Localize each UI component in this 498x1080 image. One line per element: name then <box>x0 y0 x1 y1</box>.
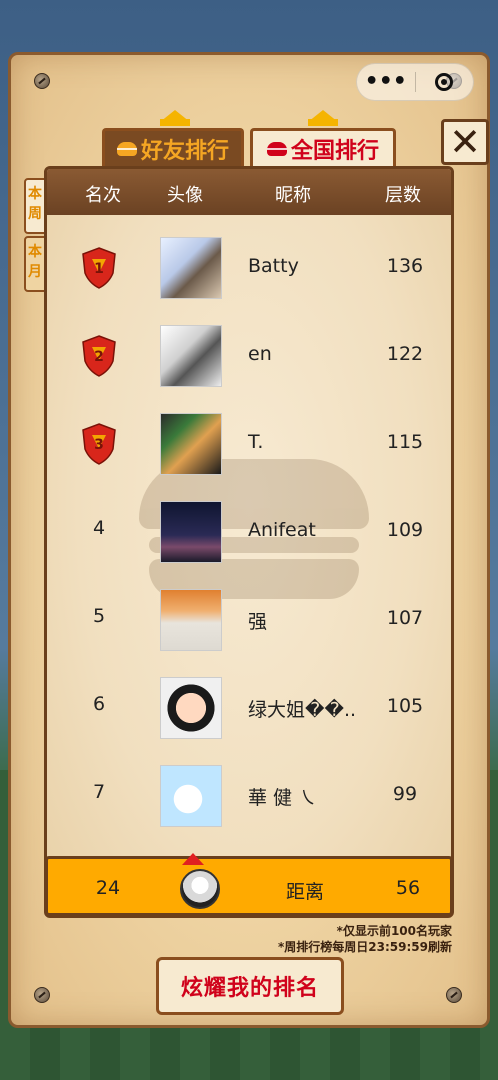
crown-icon <box>160 110 190 126</box>
player-avatar <box>160 501 222 563</box>
player-score: 105 <box>386 695 424 717</box>
my-avatar <box>180 869 220 909</box>
more-menu-button[interactable]: ••• <box>357 71 415 93</box>
player-nickname: T. <box>248 431 264 453</box>
tab-label: 全国排行 <box>290 138 379 164</box>
rank-number: 7 <box>92 781 106 803</box>
player-score: 122 <box>386 343 424 365</box>
player-avatar <box>160 325 222 387</box>
screw-icon <box>34 73 50 89</box>
player-avatar <box>160 589 222 651</box>
tab-friends-ranking[interactable]: 好友排行 <box>102 128 244 166</box>
header-score: 层数 <box>385 185 421 206</box>
ranking-row[interactable]: 4 Anifeat 109 <box>47 489 451 577</box>
note-top100: *仅显示前100名玩家 <box>336 924 452 938</box>
share-ranking-button[interactable]: 炫耀我的排名 <box>156 957 344 1015</box>
ranking-row[interactable]: 7 華 健 ㇏ 99 <box>47 753 451 841</box>
note-refresh-time: *周排行榜每周日23:59:59刷新 <box>278 940 452 954</box>
header-rank: 名次 <box>85 185 121 206</box>
rank-number: 4 <box>92 517 106 539</box>
ranking-row[interactable]: 5 强 107 <box>47 577 451 665</box>
ranking-row[interactable]: 2 en 122 <box>47 313 451 401</box>
side-tab-this-week[interactable]: 本周 <box>24 178 46 234</box>
screw-icon <box>446 987 462 1003</box>
my-rank-bar: 24 距离 56 <box>45 853 453 916</box>
my-score: 56 <box>395 877 421 899</box>
rank-number: 5 <box>92 605 106 627</box>
close-button[interactable]: ✕ <box>441 119 489 165</box>
rank-shield-icon: 2 <box>82 335 116 377</box>
player-score: 107 <box>386 607 424 629</box>
player-nickname: 绿大姐��.. <box>248 699 357 721</box>
crown-icon <box>308 110 338 126</box>
player-avatar <box>160 677 222 739</box>
target-icon <box>435 73 454 91</box>
rank-number: 6 <box>92 693 106 715</box>
player-avatar <box>160 237 222 299</box>
player-score: 136 <box>386 255 424 277</box>
player-nickname: 華 健 ㇏ <box>248 787 318 809</box>
player-score: 109 <box>386 519 424 541</box>
exit-button[interactable] <box>415 73 473 91</box>
player-nickname: Batty <box>248 255 299 277</box>
tab-national-ranking[interactable]: 全国排行 <box>250 128 396 166</box>
ranking-panel: 名次 头像 昵称 层数 1 Batty 136 2 en 122 3 T. 115 4 Anifea… <box>44 166 454 918</box>
my-rank: 24 <box>95 877 121 899</box>
header-avatar: 头像 <box>167 185 203 206</box>
rank-shield-icon: 3 <box>82 423 116 465</box>
crown-icon <box>182 853 204 865</box>
side-tab-this-month[interactable]: 本月 <box>24 236 46 292</box>
burger-icon <box>266 141 287 156</box>
miniprogram-capsule: ••• <box>356 63 474 101</box>
player-nickname: en <box>248 343 272 365</box>
my-distance-label: 距离 <box>286 881 325 903</box>
rank-shield-icon: 1 <box>82 247 116 289</box>
header-nickname: 昵称 <box>275 185 311 206</box>
rank-number: 1 <box>94 261 104 277</box>
burger-icon <box>116 141 137 156</box>
tab-label: 好友排行 <box>140 138 229 164</box>
ranking-row[interactable]: 1 Batty 136 <box>47 225 451 313</box>
player-avatar <box>160 765 222 827</box>
ranking-table-header: 名次 头像 昵称 层数 <box>47 169 451 215</box>
player-nickname: 强 <box>248 611 268 633</box>
player-avatar <box>160 413 222 475</box>
rank-number: 2 <box>94 349 104 365</box>
player-score: 99 <box>392 783 418 805</box>
rank-number: 3 <box>94 437 104 453</box>
ranking-row[interactable]: 3 T. 115 <box>47 401 451 489</box>
ranking-row[interactable]: 6 绿大姐��.. 105 <box>47 665 451 753</box>
player-score: 115 <box>386 431 424 453</box>
player-nickname: Anifeat <box>248 519 316 541</box>
screw-icon <box>34 987 50 1003</box>
